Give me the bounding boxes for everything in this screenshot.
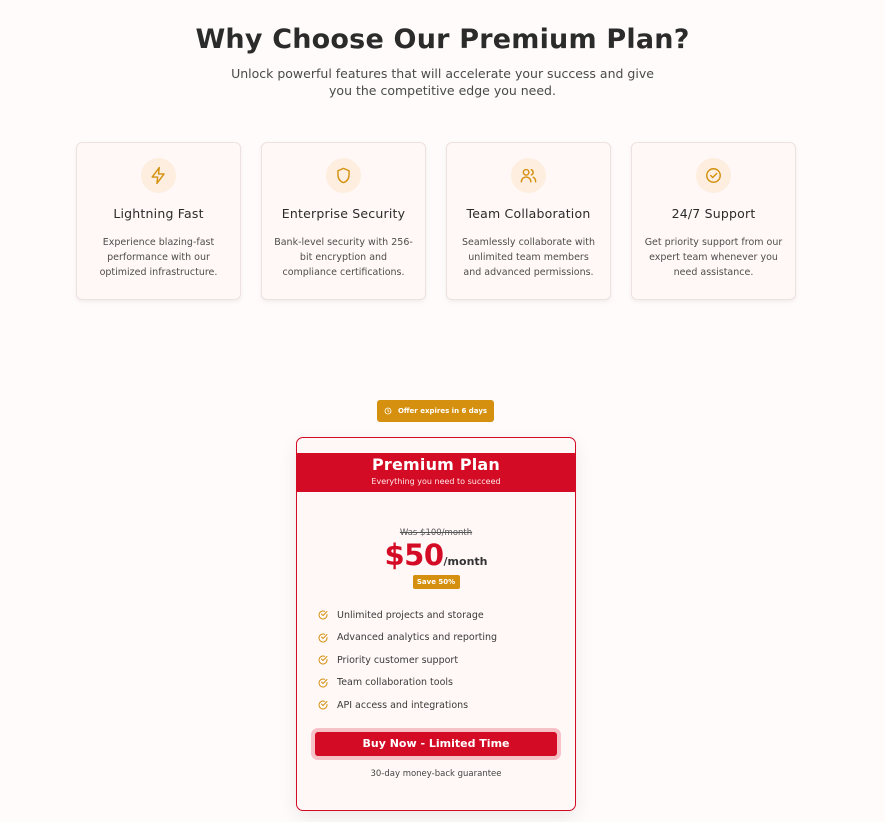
list-item: Team collaboration tools bbox=[317, 672, 575, 695]
feature-description: Experience blazing-fast performance with… bbox=[99, 237, 218, 278]
check-circle-icon bbox=[318, 655, 328, 665]
feature-item-label: API access and integrations bbox=[337, 699, 469, 711]
page-subtitle: Unlock powerful features that will accel… bbox=[231, 66, 654, 98]
feature-description: Bank-level security with 256-bit encrypt… bbox=[274, 237, 413, 278]
feature-card-team-collaboration: Team Collaboration Seamlessly collaborat… bbox=[446, 142, 611, 300]
users-icon bbox=[511, 158, 546, 193]
list-item: Priority customer support bbox=[317, 649, 575, 672]
check-circle-icon bbox=[318, 633, 328, 643]
current-price: $50 bbox=[384, 538, 444, 572]
feature-card-enterprise-security: Enterprise Security Bank-level security … bbox=[261, 142, 426, 300]
feature-item-label: Team collaboration tools bbox=[337, 677, 453, 689]
lightning-icon bbox=[141, 158, 176, 193]
feature-item-label: Priority customer support bbox=[337, 654, 459, 666]
list-item: Advanced analytics and reporting bbox=[317, 627, 575, 650]
check-circle-icon bbox=[696, 158, 731, 193]
feature-title: Enterprise Security bbox=[281, 206, 406, 221]
feature-title: Team Collaboration bbox=[466, 206, 591, 221]
offer-expiry-badge: Offer expires in 6 days bbox=[377, 400, 494, 422]
check-circle-icon bbox=[318, 678, 328, 688]
feature-title: 24/7 Support bbox=[671, 206, 756, 221]
save-badge: Save 50% bbox=[412, 575, 460, 589]
plan-features-list: Unlimited projects and storage Advanced … bbox=[297, 604, 575, 717]
shield-icon bbox=[326, 158, 361, 193]
plan-name: Premium Plan bbox=[371, 455, 501, 474]
feature-card-support: 24/7 Support Get priority support from o… bbox=[631, 142, 796, 300]
page-title: Why Choose Our Premium Plan? bbox=[195, 24, 690, 55]
features-grid: Lightning Fast Experience blazing-fast p… bbox=[76, 142, 796, 300]
clock-icon bbox=[384, 407, 392, 415]
plan-tagline: Everything you need to succeed bbox=[371, 477, 501, 486]
feature-item-label: Unlimited projects and storage bbox=[337, 609, 484, 621]
pricing-card: Premium Plan Everything you need to succ… bbox=[296, 437, 576, 811]
hero-section: Why Choose Our Premium Plan? Unlock powe… bbox=[0, 24, 885, 99]
guarantee-note: 30-day money-back guarantee bbox=[370, 768, 502, 779]
feature-item-label: Advanced analytics and reporting bbox=[337, 632, 498, 644]
offer-label: Offer expires in 6 days bbox=[397, 407, 488, 415]
price-period: /month bbox=[443, 555, 488, 568]
feature-description: Get priority support from our expert tea… bbox=[644, 237, 783, 278]
check-circle-icon bbox=[318, 700, 328, 710]
feature-card-lightning-fast: Lightning Fast Experience blazing-fast p… bbox=[76, 142, 241, 300]
list-item: API access and integrations bbox=[317, 694, 575, 717]
list-item: Unlimited projects and storage bbox=[317, 604, 575, 627]
plan-header: Premium Plan Everything you need to succ… bbox=[297, 453, 575, 492]
feature-title: Lightning Fast bbox=[113, 206, 204, 221]
original-price: Was $100/month bbox=[399, 528, 473, 538]
buy-now-button[interactable]: Buy Now - Limited Time bbox=[315, 731, 557, 756]
price-row: $50/month bbox=[297, 538, 575, 572]
feature-description: Seamlessly collaborate with unlimited te… bbox=[461, 237, 596, 278]
check-circle-icon bbox=[318, 610, 328, 620]
